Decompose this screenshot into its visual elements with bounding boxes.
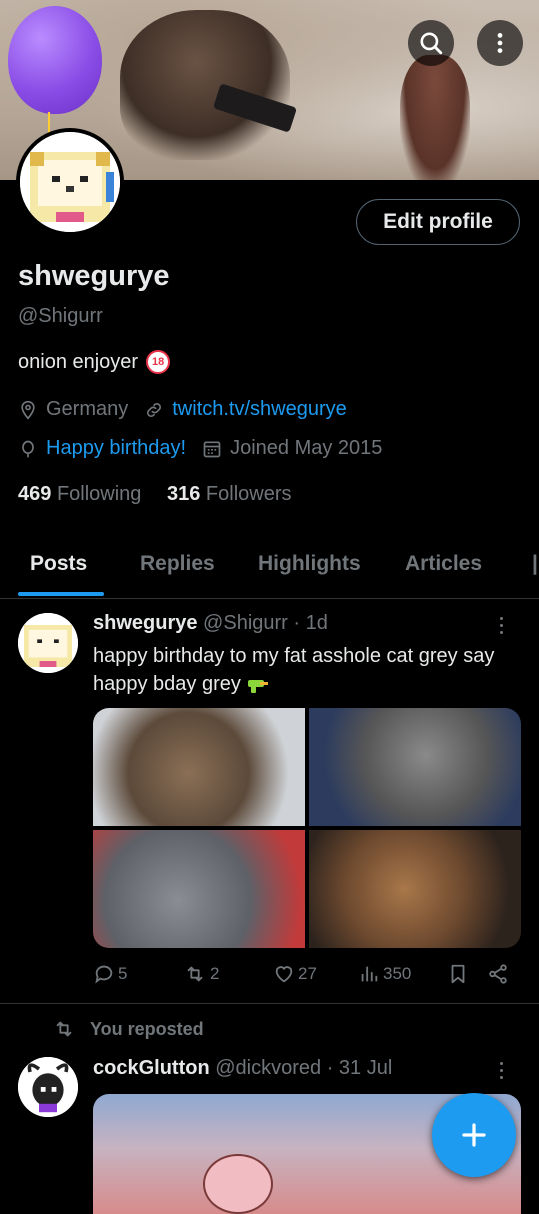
repost-count: 2 [210,964,220,983]
balloon-icon [18,439,38,459]
compose-post-button[interactable] [432,1093,516,1177]
adult-content-18-icon: 18 [146,350,171,374]
tab-posts[interactable]: Posts [30,552,87,576]
water-gun-emoji-icon [248,679,269,693]
pixel-dog-avatar-image [20,132,120,232]
follow-counts: 469 Following 316 Followers [18,483,292,506]
followers-count: 316 [166,483,201,505]
profile-meta-row-1: Germany twitch.tv/shwegurye [18,398,347,421]
search-button[interactable] [408,20,454,66]
post-author-name[interactable]: shwegurye [93,612,197,634]
profile-website-link[interactable]: twitch.tv/shwegurye [172,398,347,421]
repost-label-text: You reposted [90,1018,204,1039]
cat-photo-4[interactable] [309,830,521,948]
profile-bio: onion enjoyer 18 [18,350,171,374]
bookmark-button[interactable] [447,963,469,985]
reply-icon [95,965,113,984]
banner-cobra-image [400,55,470,180]
active-tab-indicator [18,592,104,596]
post-media-grid[interactable] [93,708,521,948]
profile-tabs: Posts Replies Highlights Articles | [0,540,539,599]
post-time: · 1d [293,612,328,634]
followers-label: Followers [205,483,292,505]
tab-articles[interactable]: Articles [405,552,482,576]
post-text-content: happy birthday to my fat asshole cat gre… [93,645,495,695]
post2-author-name[interactable]: cockGlutton [93,1057,210,1079]
repost-icon [187,966,203,982]
post-author-avatar[interactable] [18,613,78,673]
banner-monkey-image [120,10,290,160]
more-vertical-icon [497,33,503,53]
edit-profile-button[interactable]: Edit profile [356,199,520,245]
post2-more-button[interactable] [500,1062,503,1079]
post-divider [0,1003,539,1004]
profile-meta-row-2: Happy birthday! Joined May 2015 [18,437,382,460]
share-icon [489,964,507,984]
post2-time: · 31 Jul [326,1057,393,1079]
birthday-balloon-icon [8,6,102,114]
following-label: Following [56,483,142,505]
calendar-icon [202,439,222,459]
search-icon [420,32,443,55]
views-bar-chart-icon [361,966,378,982]
post-more-button[interactable] [500,617,503,634]
heart-icon [275,966,293,983]
profile-handle: @Shigurr [18,305,103,327]
post-text: happy birthday to my fat asshole cat gre… [93,642,523,698]
pixel-dog-avatar-image [18,613,78,673]
post-actions: 5 2 27 350 [93,963,521,991]
tab-replies[interactable]: Replies [140,552,215,576]
goat-avatar-image [18,1057,78,1117]
profile-location: Germany [46,398,129,420]
more-options-button[interactable] [477,20,523,66]
views-button[interactable]: 350 [358,963,411,985]
following-count: 469 [18,483,52,505]
profile-avatar[interactable] [16,128,124,236]
reply-count: 5 [118,964,128,983]
repost-indicator: You reposted [52,1018,204,1040]
share-button[interactable] [487,963,509,985]
bio-text: onion enjoyer [18,350,139,373]
profile-display-name: shwegurye [18,260,170,292]
post2-header: cockGlutton @dickvored · 31 Jul [93,1057,392,1080]
followers-link[interactable]: 316 Followers [167,483,292,505]
tab-more-overflow[interactable]: | [532,552,538,576]
location-pin-icon [18,400,38,420]
plus-icon [462,1123,486,1147]
profile-joined-date: Joined May 2015 [230,437,383,459]
repost-button[interactable]: 2 [183,963,219,985]
bookmark-icon [451,964,465,984]
reply-button[interactable]: 5 [93,963,127,985]
birthday-link[interactable]: Happy birthday! [46,437,186,460]
cat-photo-2[interactable] [309,708,521,826]
following-link[interactable]: 469 Following [18,483,141,505]
post-header: shwegurye @Shigurr · 1d [93,612,328,635]
like-count: 27 [298,964,317,983]
like-button[interactable]: 27 [273,963,317,985]
repost-icon [56,1021,72,1037]
cartoon-pig-image [203,1154,273,1214]
tab-highlights[interactable]: Highlights [258,552,361,576]
view-count: 350 [383,964,412,983]
link-icon [144,400,164,420]
cat-photo-3[interactable] [93,830,305,948]
post-author-handle: @Shigurr [203,612,288,634]
cat-photo-1[interactable] [93,708,305,826]
post2-author-avatar[interactable] [18,1057,78,1117]
post2-author-handle: @dickvored [215,1057,322,1079]
